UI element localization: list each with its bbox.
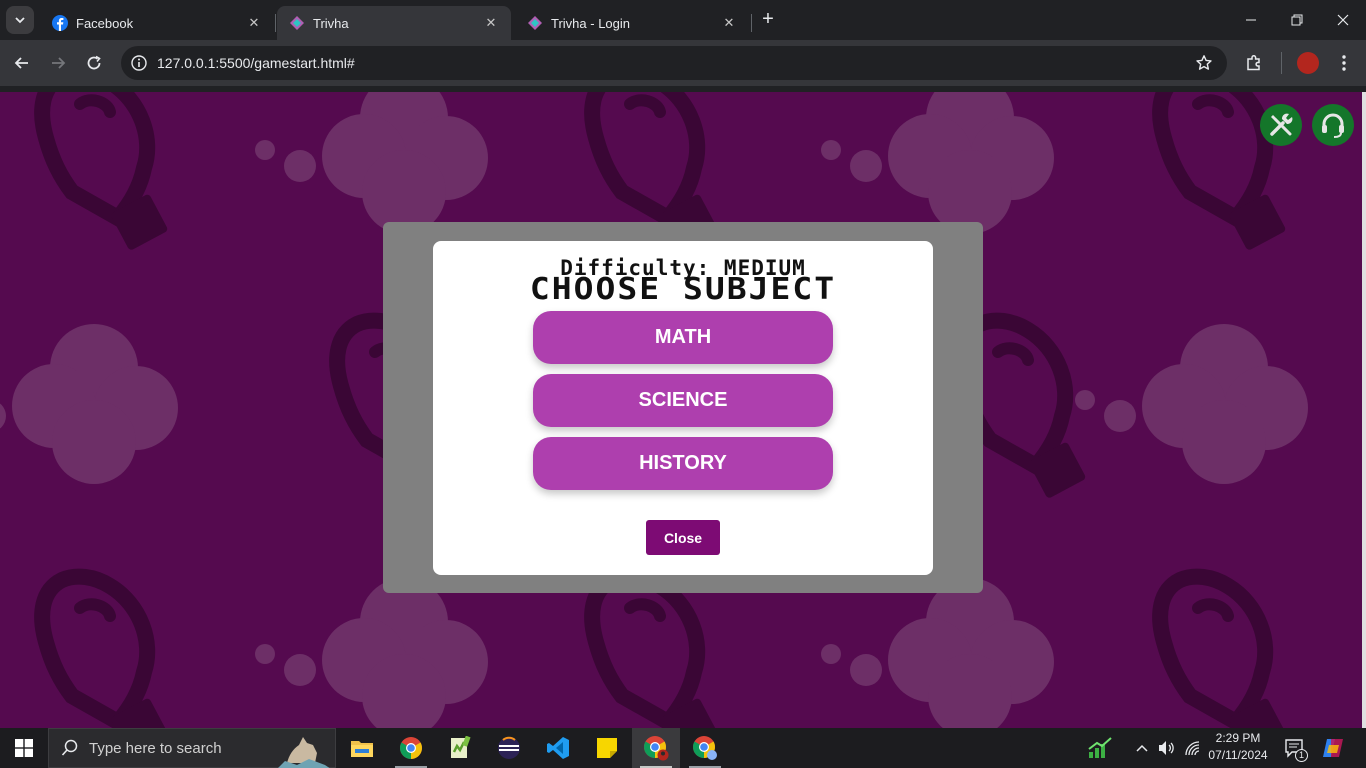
page-scrollbar[interactable] [1362, 92, 1366, 728]
search-highlight-wolf-icon [278, 737, 330, 768]
tray-volume[interactable] [1156, 728, 1178, 768]
puzzle-icon [1247, 54, 1260, 71]
tab-separator [751, 14, 752, 32]
notepad-plus-icon [451, 736, 471, 758]
taskbar-vscode[interactable] [534, 728, 582, 768]
start-button[interactable] [0, 728, 48, 768]
modal-heading: CHOOSE SUBJECT [529, 270, 837, 307]
close-tab-icon[interactable]: ✕ [246, 15, 262, 31]
close-tab-icon[interactable]: ✕ [483, 15, 499, 31]
chrome-icon [400, 737, 422, 759]
reload-icon [87, 55, 101, 70]
vscode-icon [547, 737, 569, 759]
support-button[interactable] [1312, 104, 1354, 146]
close-icon [1337, 14, 1349, 26]
tab-trivha[interactable]: Trivha ✕ [277, 6, 511, 40]
chevron-up-icon [1136, 744, 1148, 752]
avatar [1297, 52, 1319, 74]
taskbar-clock[interactable]: 2:29 PM 07/11/2024 [1200, 730, 1276, 764]
address-bar[interactable]: 127.0.0.1:5500/gamestart.html# [121, 46, 1227, 80]
close-tab-icon[interactable]: ✕ [721, 15, 737, 31]
close-button[interactable]: Close [646, 520, 720, 555]
minimize-button[interactable] [1228, 8, 1274, 32]
close-window-button[interactable] [1320, 8, 1366, 32]
back-button[interactable] [9, 50, 35, 76]
tray-stock-widget[interactable] [1084, 728, 1116, 768]
speaker-icon [1159, 741, 1174, 755]
taskbar-chrome-profile[interactable] [681, 728, 729, 768]
tab-title: Trivha [313, 15, 349, 31]
site-info-icon[interactable] [130, 54, 148, 72]
history-button[interactable]: HISTORY [533, 437, 833, 490]
clock-date: 07/11/2024 [1208, 748, 1268, 762]
browser-menu-button[interactable] [1331, 50, 1357, 76]
tab-separator [275, 14, 276, 32]
bookmark-star-icon[interactable] [1195, 54, 1213, 72]
search-icon [61, 739, 78, 756]
settings-tools-button[interactable] [1260, 104, 1302, 146]
taskbar-chrome[interactable] [387, 728, 435, 768]
trivha-icon [528, 16, 542, 30]
new-tab-button[interactable]: + [757, 9, 779, 31]
file-explorer-icon [351, 741, 373, 757]
forward-button[interactable] [45, 50, 71, 76]
tab-search-button[interactable] [6, 6, 34, 34]
headset-icon [1322, 113, 1344, 138]
notification-center-button[interactable]: 1 [1282, 728, 1308, 768]
taskbar: Type here to search 2:29 PM 07/11/2024 1 [0, 728, 1366, 768]
kebab-menu-icon [1342, 55, 1346, 71]
taskbar-file-explorer[interactable] [338, 728, 386, 768]
copilot-icon [1323, 739, 1343, 757]
chrome-profile-icon [693, 736, 717, 760]
tray-network[interactable] [1182, 728, 1202, 768]
url-text[interactable]: 127.0.0.1:5500/gamestart.html# [157, 55, 355, 71]
tools-icon [1270, 113, 1293, 136]
math-button[interactable]: MATH [533, 311, 833, 364]
search-placeholder: Type here to search [89, 739, 222, 757]
eclipse-icon [498, 736, 520, 759]
windows-icon [15, 739, 33, 757]
copilot-button[interactable] [1318, 728, 1348, 768]
arrow-left-icon [14, 57, 28, 69]
restore-button[interactable] [1274, 8, 1320, 32]
game-page: Difficulty: MEDIUM CHOOSE SUBJECT MATH S… [0, 92, 1362, 728]
taskbar-chrome-active[interactable] [632, 728, 680, 768]
tray-show-hidden-button[interactable] [1132, 728, 1152, 768]
sticky-notes-icon [597, 738, 617, 758]
wifi-icon [1185, 741, 1200, 756]
minimize-icon [1246, 19, 1256, 21]
tab-title: Facebook [76, 15, 134, 31]
toolbar-divider [1281, 52, 1282, 74]
tab-trivha-login[interactable]: Trivha - Login ✕ [515, 6, 749, 40]
taskbar-eclipse[interactable] [485, 728, 533, 768]
extensions-button[interactable] [1241, 50, 1267, 76]
browser-tab-bar: Facebook ✕ Trivha ✕ Trivha - Login ✕ + [0, 0, 1366, 40]
taskbar-sticky-notes[interactable] [583, 728, 631, 768]
restore-icon [1291, 14, 1303, 26]
notification-badge: 1 [1295, 749, 1308, 762]
facebook-icon [52, 15, 68, 31]
arrow-right-icon [52, 57, 66, 69]
taskbar-notepad-plus[interactable] [436, 728, 484, 768]
subject-modal: Difficulty: MEDIUM CHOOSE SUBJECT MATH S… [433, 241, 933, 575]
clock-time: 2:29 PM [1215, 731, 1261, 745]
taskbar-search-box[interactable]: Type here to search [48, 728, 336, 768]
modal-overlay: Difficulty: MEDIUM CHOOSE SUBJECT MATH S… [383, 222, 983, 593]
trivha-icon [290, 16, 304, 30]
chrome-active-icon [644, 736, 669, 761]
reload-button[interactable] [81, 50, 107, 76]
stock-chart-icon [1088, 737, 1112, 758]
chevron-down-icon [15, 17, 25, 24]
browser-toolbar: 127.0.0.1:5500/gamestart.html# [0, 40, 1366, 86]
science-button[interactable]: SCIENCE [533, 374, 833, 427]
tab-facebook[interactable]: Facebook ✕ [40, 6, 274, 40]
profile-button[interactable] [1295, 50, 1321, 76]
tab-title: Trivha - Login [551, 15, 630, 31]
